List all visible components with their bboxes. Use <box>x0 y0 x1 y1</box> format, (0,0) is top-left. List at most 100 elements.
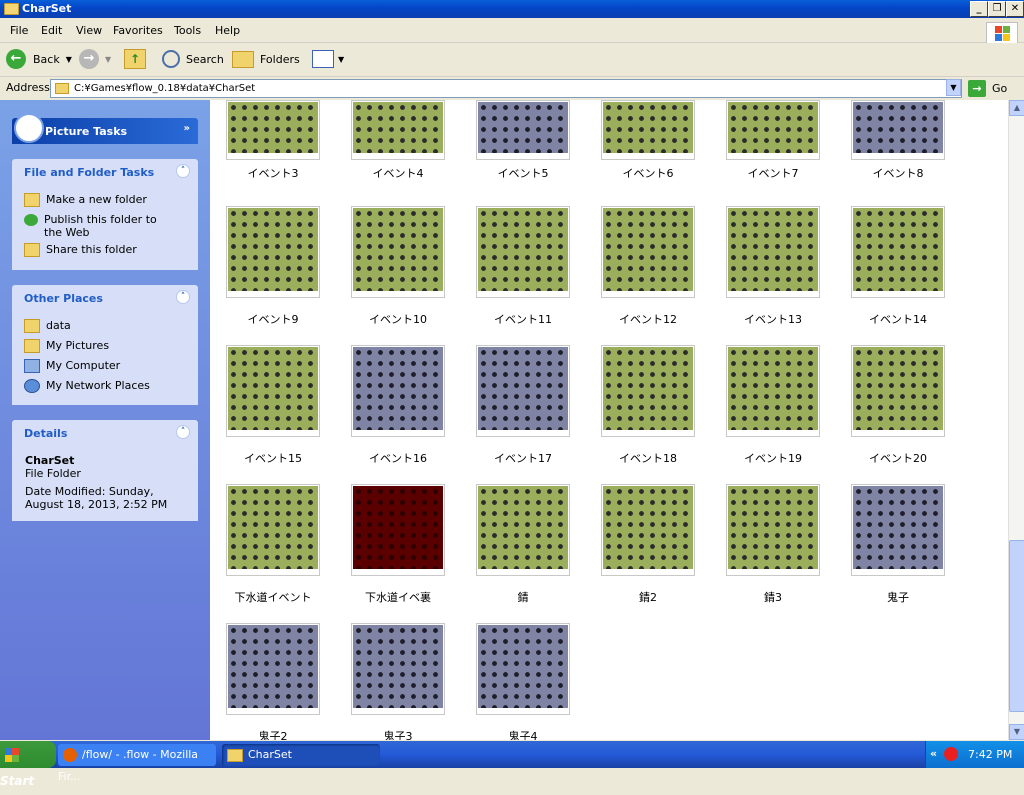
share-folder-link[interactable]: Share this folder <box>24 243 137 257</box>
tray-app-icon[interactable] <box>944 747 958 761</box>
file-name-label[interactable]: イベント16 <box>338 450 458 466</box>
go-arrow-icon: → <box>968 79 986 97</box>
make-new-folder-link[interactable]: Make a new folder <box>24 193 147 207</box>
file-name-label[interactable]: イベント10 <box>338 311 458 327</box>
file-thumbnail[interactable] <box>476 345 570 437</box>
file-name-label[interactable]: イベント19 <box>713 450 833 466</box>
file-name-label[interactable]: 錆2 <box>588 589 708 605</box>
details-header[interactable]: Details ˄ <box>12 420 198 445</box>
file-name-label[interactable]: 錆 <box>463 589 583 605</box>
taskbar: Start /flow/ - .flow - Mozilla Fir... Ch… <box>0 741 1024 788</box>
taskbar-item-firefox[interactable]: /flow/ - .flow - Mozilla Fir... <box>58 744 216 783</box>
file-thumbnail[interactable] <box>476 100 570 160</box>
file-thumbnail[interactable] <box>726 206 820 298</box>
back-button[interactable]: ← Back ▼ <box>6 48 72 70</box>
file-name-label[interactable]: イベント7 <box>713 165 833 181</box>
menu-tools[interactable]: Tools <box>174 24 201 37</box>
file-thumbnail[interactable] <box>226 206 320 298</box>
taskbar-item-charset[interactable]: CharSet <box>222 744 380 766</box>
place-my-computer-link[interactable]: My Computer <box>24 359 120 373</box>
file-thumbnail[interactable] <box>726 345 820 437</box>
file-thumbnail[interactable] <box>476 484 570 576</box>
file-thumbnail[interactable] <box>226 100 320 160</box>
file-name-label[interactable]: 鬼子3 <box>338 728 458 740</box>
go-button[interactable]: → Go <box>968 79 1007 97</box>
picture-tasks-header[interactable]: Picture Tasks » <box>12 113 198 144</box>
views-button[interactable]: ▼ <box>312 48 344 70</box>
address-input[interactable]: C:¥Games¥flow_0.18¥data¥CharSet <box>50 79 962 98</box>
menu-edit[interactable]: Edit <box>41 24 62 37</box>
file-name-label[interactable]: 錆3 <box>713 589 833 605</box>
file-name-label[interactable]: 鬼子2 <box>213 728 333 740</box>
computer-icon <box>24 359 40 373</box>
folders-button[interactable]: Folders <box>232 48 300 70</box>
file-thumbnail[interactable] <box>851 206 945 298</box>
title-bar[interactable]: CharSet _ ❐ ✕ <box>0 0 1024 18</box>
file-thumbnail[interactable] <box>601 484 695 576</box>
thumbnail-image <box>478 102 568 153</box>
file-thumbnail[interactable] <box>726 100 820 160</box>
file-thumbnail[interactable] <box>226 623 320 715</box>
file-name-label[interactable]: イベント8 <box>838 165 958 181</box>
minimize-button[interactable]: _ <box>970 1 988 17</box>
file-name-label[interactable]: イベント20 <box>838 450 958 466</box>
file-thumbnail[interactable] <box>351 345 445 437</box>
file-name-label[interactable]: イベント11 <box>463 311 583 327</box>
file-name-label[interactable]: イベント3 <box>213 165 333 181</box>
vertical-scrollbar[interactable]: ▲ ▼ <box>1008 100 1024 740</box>
menu-view[interactable]: View <box>76 24 102 37</box>
file-thumbnail[interactable] <box>601 345 695 437</box>
publish-folder-link[interactable]: Publish this folder to the Web <box>24 213 174 239</box>
forward-button[interactable]: → ▼ <box>79 48 111 70</box>
clock: 7:42 PM <box>968 748 1013 761</box>
file-thumbnail[interactable] <box>226 345 320 437</box>
show-hidden-icons-button[interactable]: « <box>930 747 937 760</box>
file-name-label[interactable]: 下水道イベント <box>213 589 333 605</box>
file-name-label[interactable]: イベント12 <box>588 311 708 327</box>
file-thumbnail[interactable] <box>601 100 695 160</box>
file-thumbnail[interactable] <box>226 484 320 576</box>
close-button[interactable]: ✕ <box>1006 1 1024 17</box>
file-name-label[interactable]: イベント17 <box>463 450 583 466</box>
menu-favorites[interactable]: Favorites <box>113 24 163 37</box>
file-name-label[interactable]: イベント18 <box>588 450 708 466</box>
file-thumbnail[interactable] <box>351 623 445 715</box>
file-name-label[interactable]: イベント13 <box>713 311 833 327</box>
search-button[interactable]: Search <box>162 48 224 70</box>
maximize-button[interactable]: ❐ <box>988 1 1006 17</box>
file-thumbnail[interactable] <box>476 623 570 715</box>
file-thumbnail[interactable] <box>476 206 570 298</box>
file-name-label[interactable]: イベント5 <box>463 165 583 181</box>
file-name-label[interactable]: イベント4 <box>338 165 458 181</box>
up-folder-button[interactable]: ↑ <box>124 48 146 70</box>
file-thumbnail[interactable] <box>851 345 945 437</box>
file-name-label[interactable]: イベント6 <box>588 165 708 181</box>
place-my-pictures-link[interactable]: My Pictures <box>24 339 109 353</box>
window-title: CharSet <box>22 2 72 15</box>
file-thumbnail[interactable] <box>726 484 820 576</box>
file-name-label[interactable]: イベント14 <box>838 311 958 327</box>
file-thumbnail[interactable] <box>351 484 445 576</box>
forward-arrow-icon: → <box>79 49 99 69</box>
file-thumbnail[interactable] <box>851 100 945 160</box>
place-network-link[interactable]: My Network Places <box>24 379 150 393</box>
file-folder-tasks-header[interactable]: File and Folder Tasks ˄ <box>12 159 198 184</box>
scroll-up-button[interactable]: ▲ <box>1009 100 1024 116</box>
menu-file[interactable]: File <box>10 24 28 37</box>
file-thumbnail[interactable] <box>351 100 445 160</box>
scroll-down-button[interactable]: ▼ <box>1009 724 1024 740</box>
file-thumbnail[interactable] <box>851 484 945 576</box>
file-name-label[interactable]: 鬼子4 <box>463 728 583 740</box>
file-name-label[interactable]: 鬼子 <box>838 589 958 605</box>
file-name-label[interactable]: イベント9 <box>213 311 333 327</box>
address-dropdown-button[interactable]: ▼ <box>946 79 961 96</box>
menu-help[interactable]: Help <box>215 24 240 37</box>
start-button[interactable]: Start <box>0 741 56 788</box>
scroll-thumb[interactable] <box>1009 540 1024 712</box>
file-thumbnail[interactable] <box>601 206 695 298</box>
file-name-label[interactable]: イベント15 <box>213 450 333 466</box>
file-thumbnail[interactable] <box>351 206 445 298</box>
place-data-link[interactable]: data <box>24 319 71 333</box>
file-name-label[interactable]: 下水道イベ裏 <box>338 589 458 605</box>
other-places-header[interactable]: Other Places ˄ <box>12 285 198 310</box>
